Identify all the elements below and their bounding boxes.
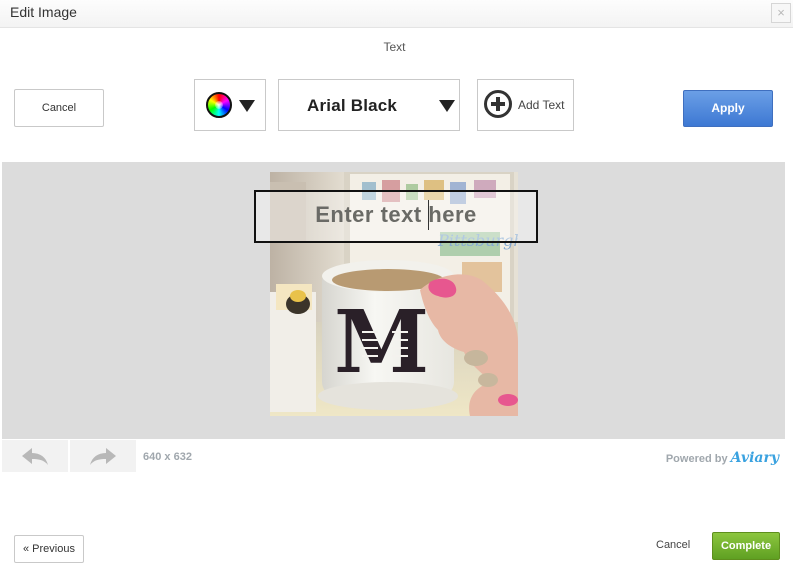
redo-icon <box>90 448 116 465</box>
dialog-titlebar: Edit Image × <box>0 0 793 28</box>
complete-button[interactable]: Complete <box>712 532 780 560</box>
cancel-button[interactable]: Cancel <box>14 89 104 127</box>
add-text-label: Add Text <box>518 98 565 112</box>
previous-button[interactable]: « Previous <box>14 535 84 563</box>
tool-label: Text <box>383 40 406 54</box>
aviary-logo: Aviary <box>730 450 779 466</box>
text-cursor <box>428 200 429 230</box>
canvas-bottom-bar: 640 x 632 Powered by Aviary <box>2 440 785 472</box>
add-text-button[interactable]: Add Text <box>477 79 574 131</box>
svg-text:M: M <box>334 292 429 393</box>
redo-button[interactable] <box>70 440 137 472</box>
undo-button[interactable] <box>2 440 69 472</box>
undo-icon <box>22 448 48 465</box>
editor-canvas[interactable]: Pittsburgh M Enter text here <box>2 162 785 439</box>
font-select[interactable]: Arial Black <box>278 79 460 131</box>
powered-by-label: Powered by <box>665 453 728 465</box>
color-picker[interactable] <box>194 79 266 131</box>
apply-button[interactable]: Apply <box>683 90 773 127</box>
chevron-down-icon <box>239 100 255 112</box>
close-icon[interactable]: × <box>771 3 791 23</box>
footer-cancel-link[interactable]: Cancel <box>656 539 690 551</box>
powered-by: Powered by Aviary <box>666 450 779 466</box>
image-dimensions: 640 x 632 <box>143 451 192 463</box>
chevron-down-icon <box>439 100 455 112</box>
color-wheel-icon <box>206 92 232 118</box>
font-select-value: Arial Black <box>307 96 398 115</box>
text-overlay-input[interactable]: Enter text here <box>256 202 536 228</box>
plus-circle-icon <box>484 90 512 118</box>
text-overlay-box[interactable]: Enter text here <box>254 190 538 243</box>
dialog-title: Edit Image <box>10 4 77 20</box>
